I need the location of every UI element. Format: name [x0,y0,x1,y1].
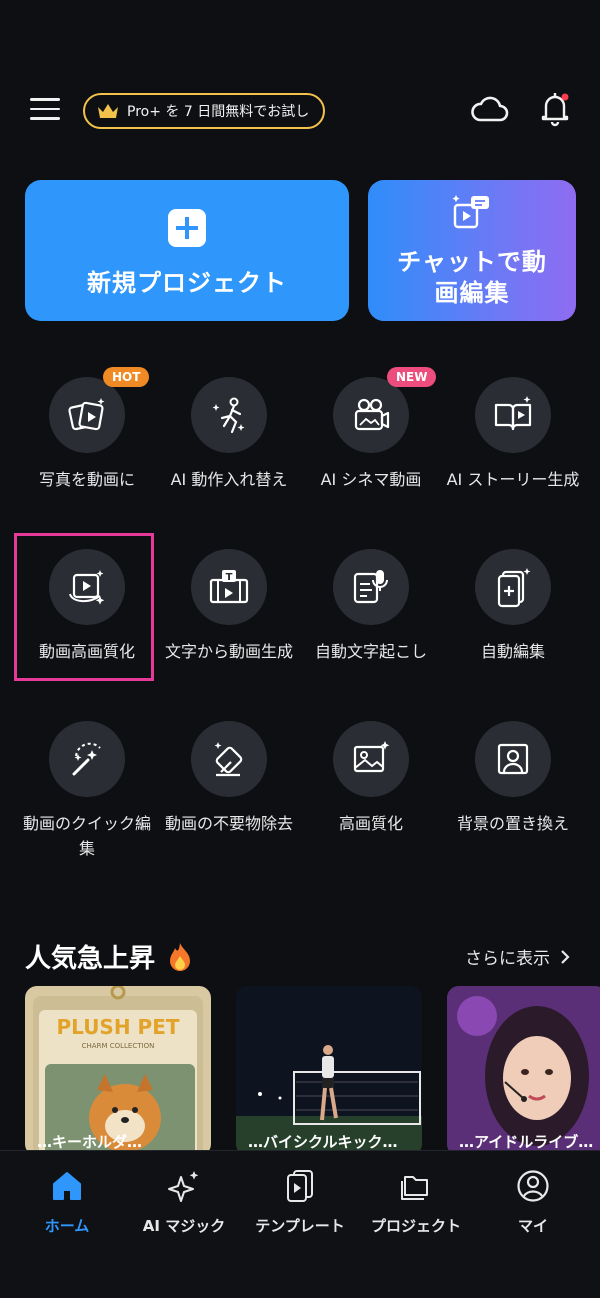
plus-icon [168,209,206,247]
tool-label: 自動編集 [480,642,545,661]
nav-label: プロジェクト [370,1217,461,1235]
chat-edit-label: チャットで動 画編集 [368,247,576,309]
cinema-camera-icon [354,398,390,431]
photo-to-video-icon [68,398,105,431]
nav-label: ホーム [44,1217,90,1235]
tool-label: AI 動作入れ替え [170,470,288,489]
notification-dot [561,93,569,101]
tool-image-enhance[interactable]: 高画質化 [300,721,442,836]
folder-icon [401,1176,428,1200]
tool-auto-edit[interactable]: 自動編集 [442,549,584,664]
nav-label: テンプレート [255,1217,345,1235]
plush-pet-subtitle: CHARM COLLECTION [82,1042,155,1050]
auto-edit-icon [497,568,531,608]
new-project-label: 新規プロジェクト [87,269,287,297]
text-to-video-icon: T [209,570,249,604]
tool-label: 高画質化 [338,814,403,833]
chat-edit-button[interactable]: チャットで動 画編集 [368,180,576,321]
eraser-icon [214,742,243,777]
tool-label: 文字から動画生成 [164,642,293,661]
nav-profile[interactable]: マイ [473,1169,593,1236]
trending-card-idol[interactable]: …アイドルライブ… [447,986,600,1156]
tool-transcription[interactable]: 自動文字起こし [300,549,442,664]
chat-edit-label-line2: 画編集 [434,279,510,307]
hot-badge: HOT [103,367,150,387]
tool-label: 背景の置き換え [456,814,569,833]
trending-title: 人気急上昇 [25,938,193,975]
tool-label: AI ストーリー生成 [446,470,580,489]
sparkle-icon [168,1171,199,1202]
see-more-link[interactable]: さらに表示 [465,944,570,969]
background-replace-icon [497,743,529,775]
pro-trial-label: Pro+ を 7 日間無料でお試し [127,104,310,120]
story-book-icon [494,396,532,431]
crown-icon [98,104,118,118]
new-badge: NEW [387,367,437,387]
bottom-navigation: ホーム AI マジック テンプレート プロジェクト マイ [0,1150,600,1298]
tool-object-removal[interactable]: 動画の不要物除去 [158,721,300,836]
tool-label: 動画の不要物除去 [164,814,293,833]
tool-motion-swap[interactable]: AI 動作入れ替え [158,377,300,492]
svg-text:T: T [226,572,233,583]
trending-caption: …バイシクルキック… [248,1133,398,1151]
chevron-right-icon [561,949,570,964]
chat-video-icon [452,195,489,229]
see-more-label: さらに表示 [465,949,550,969]
tool-label: AI シネマ動画 [320,470,422,489]
nav-ai-magic[interactable]: AI マジック [124,1169,244,1236]
trending-caption: …アイドルライブ… [459,1133,594,1151]
menu-icon[interactable] [30,98,60,122]
nav-label: マイ [517,1217,548,1235]
top-bar: Pro+ を 7 日間無料でお試し [0,88,600,134]
new-project-button[interactable]: 新規プロジェクト [25,180,349,321]
tool-quick-edit[interactable]: 動画のクイック編集 [16,721,158,861]
plush-pet-title: PLUSH PET [57,1015,180,1039]
cloud-icon[interactable] [470,92,510,126]
tool-label: 動画高画質化 [38,642,135,661]
bell-icon[interactable] [538,90,572,128]
tool-photo-to-video[interactable]: HOT 写真を動画に [16,367,158,492]
tool-video-enhance[interactable]: 動画高画質化 [16,549,158,664]
tool-story-generation[interactable]: AI ストーリー生成 [442,377,584,492]
chat-edit-label-line1: チャットで動 [397,248,547,276]
tool-text-to-video[interactable]: T 文字から動画生成 [158,549,300,664]
home-icon [53,1172,81,1200]
transcription-icon [353,570,388,604]
tool-label: 動画のクイック編集 [22,814,151,858]
trending-card-plush-pet[interactable]: PLUSH PET CHARM COLLECTION …キーホルダ… [25,986,211,1156]
trending-caption: …キーホルダ… [37,1133,143,1151]
tool-label: 写真を動画に [38,470,135,489]
trending-card-soccer[interactable]: …バイシクルキック… [236,986,422,1156]
magic-wand-icon [72,742,101,776]
nav-home[interactable]: ホーム [7,1169,127,1236]
motion-swap-icon [212,397,245,434]
image-enhance-icon [353,741,390,773]
fire-icon [170,942,191,971]
tool-label: 自動文字起こし [314,642,427,661]
nav-projects[interactable]: プロジェクト [356,1169,476,1236]
nav-templates[interactable]: テンプレート [240,1169,360,1236]
tool-background-replace[interactable]: 背景の置き換え [442,721,584,836]
tool-cinema-video[interactable]: NEW AI シネマ動画 [300,367,442,492]
video-enhance-icon [69,570,105,605]
trending-title-text: 人気急上昇 [25,944,156,974]
profile-icon [517,1170,549,1202]
template-icon [287,1170,313,1202]
pro-trial-button[interactable]: Pro+ を 7 日間無料でお試し [83,93,326,129]
nav-label: AI マジック [142,1217,226,1235]
